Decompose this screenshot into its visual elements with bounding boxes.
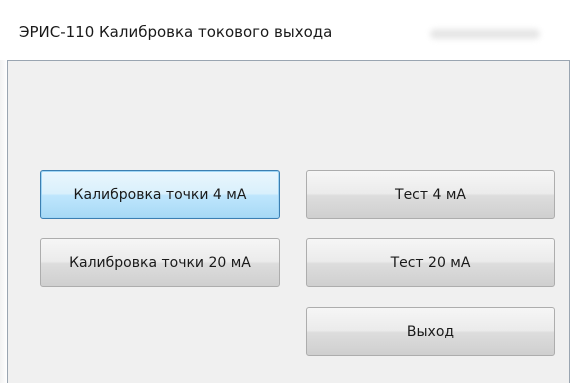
test-4ma-button[interactable]: Тест 4 мА bbox=[306, 170, 555, 219]
dialog-client-area: Калибровка точки 4 мА Тест 4 мА Калибров… bbox=[7, 60, 570, 383]
blurred-background-text bbox=[430, 29, 540, 39]
test-20ma-button[interactable]: Тест 20 мА bbox=[306, 238, 555, 287]
exit-button[interactable]: Выход bbox=[306, 307, 555, 356]
window-title: ЭРИС-110 Калибровка токового выхода bbox=[19, 23, 333, 41]
calibration-dialog: ЭРИС-110 Калибровка токового выхода Кали… bbox=[0, 0, 576, 383]
title-bar[interactable]: ЭРИС-110 Калибровка токового выхода bbox=[0, 0, 576, 60]
calibrate-4ma-button[interactable]: Калибровка точки 4 мА bbox=[40, 170, 280, 219]
calibrate-20ma-button[interactable]: Калибровка точки 20 мА bbox=[40, 238, 280, 287]
